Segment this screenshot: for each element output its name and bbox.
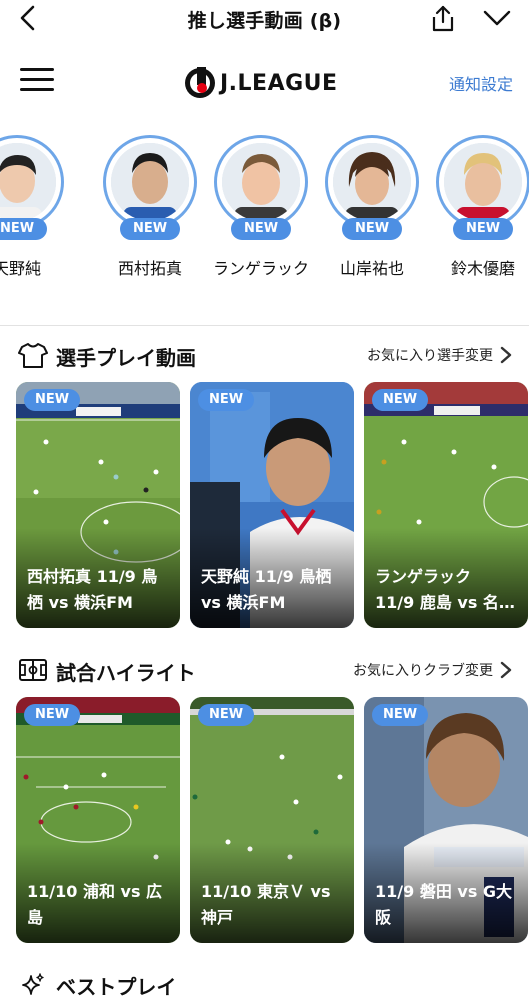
jleague-mark-icon bbox=[185, 67, 215, 98]
top-nav-bar: 推し選手動画 (β) bbox=[0, 0, 529, 38]
best-play-section-header: ベストプレイ bbox=[0, 968, 529, 1000]
avatar bbox=[444, 143, 522, 221]
logo-wordmark: J.LEAGUE bbox=[220, 70, 338, 96]
new-badge: NEW bbox=[24, 704, 80, 726]
video-caption: 11/10 東京Ｖ vs 神戸 bbox=[201, 882, 331, 927]
player-name: ランゲラック bbox=[212, 259, 309, 278]
chevron-right-icon[interactable] bbox=[499, 660, 513, 680]
avatar bbox=[222, 143, 300, 221]
new-badge: NEW bbox=[120, 218, 180, 240]
video-card[interactable]: NEW 西村拓真 11/9 鳥 栖 vs 横浜FM bbox=[16, 382, 180, 628]
section-title: ベストプレイ bbox=[56, 975, 177, 999]
app-header: J.LEAGUE 通知設定 bbox=[0, 52, 529, 108]
avatar-ring bbox=[214, 135, 308, 229]
new-badge: NEW bbox=[198, 704, 254, 726]
avatar bbox=[0, 143, 56, 221]
avatar bbox=[111, 143, 189, 221]
section-title: 試合ハイライト bbox=[56, 661, 196, 685]
match-highlights-section-header: 試合ハイライト お気に入りクラブ変更 bbox=[0, 654, 529, 688]
section-divider bbox=[0, 325, 529, 326]
video-caption: 11/10 浦和 vs 広 島 bbox=[27, 882, 163, 927]
video-card[interactable]: NEW 11/9 磐田 vs G大 阪 bbox=[364, 697, 528, 943]
video-caption: 11/9 磐田 vs G大 阪 bbox=[375, 882, 513, 927]
player-name: 天野純 bbox=[0, 259, 41, 278]
change-favorite-clubs-link[interactable]: お気に入りクラブ変更 bbox=[353, 660, 493, 680]
new-badge: NEW bbox=[342, 218, 402, 240]
video-card[interactable]: NEW 天野純 11/9 鳥栖 vs 横浜FM bbox=[190, 382, 354, 628]
share-icon[interactable] bbox=[429, 4, 457, 32]
hamburger-menu-icon[interactable] bbox=[20, 68, 56, 94]
new-badge: NEW bbox=[0, 218, 47, 240]
pitch-icon bbox=[19, 659, 47, 681]
avatar-ring bbox=[325, 135, 419, 229]
favorite-players-carousel[interactable]: NEW 天野純 NEW 西村拓真 NEW ランゲラック NEW 山岸祐也 NEW… bbox=[0, 132, 529, 307]
player-videos-section-header: 選手プレイ動画 お気に入り選手変更 bbox=[0, 339, 529, 373]
video-caption: 西村拓真 11/9 鳥 栖 vs 横浜FM bbox=[27, 567, 158, 612]
new-badge: NEW bbox=[198, 389, 254, 411]
player-videos-carousel[interactable]: NEW 西村拓真 11/9 鳥 栖 vs 横浜FM NEW 天野純 11/9 鳥… bbox=[0, 382, 529, 628]
section-title: 選手プレイ動画 bbox=[56, 346, 196, 370]
change-favorite-players-link[interactable]: お気に入り選手変更 bbox=[367, 345, 493, 365]
video-caption: 天野純 11/9 鳥栖 vs 横浜FM bbox=[201, 567, 332, 612]
player-name: 西村拓真 bbox=[117, 259, 182, 278]
new-badge: NEW bbox=[453, 218, 513, 240]
avatar bbox=[333, 143, 411, 221]
new-badge: NEW bbox=[372, 704, 428, 726]
video-caption: ランゲラック 11/9 鹿島 vs 名… bbox=[375, 567, 515, 612]
video-card[interactable]: NEW ランゲラック 11/9 鹿島 vs 名… bbox=[364, 382, 528, 628]
new-badge: NEW bbox=[231, 218, 291, 240]
chevron-right-icon[interactable] bbox=[499, 345, 513, 365]
chevron-down-icon[interactable] bbox=[482, 6, 512, 30]
avatar-ring bbox=[103, 135, 197, 229]
sparkle-icon bbox=[22, 973, 44, 995]
player-name: 山岸祐也 bbox=[339, 259, 404, 278]
avatar-ring bbox=[0, 135, 64, 229]
new-badge: NEW bbox=[24, 389, 80, 411]
match-highlights-carousel[interactable]: NEW 11/10 浦和 vs 広 島 NEW 11/10 東京Ｖ vs 神戸 … bbox=[0, 697, 529, 943]
jleague-logo: J.LEAGUE bbox=[182, 64, 338, 100]
avatar-ring bbox=[436, 135, 529, 229]
video-card[interactable]: NEW 11/10 東京Ｖ vs 神戸 bbox=[190, 697, 354, 943]
jersey-icon bbox=[18, 343, 48, 368]
player-name: 鈴木優磨 bbox=[450, 259, 515, 278]
new-badge: NEW bbox=[372, 389, 428, 411]
video-card[interactable]: NEW 11/10 浦和 vs 広 島 bbox=[16, 697, 180, 943]
notification-settings-link[interactable]: 通知設定 bbox=[449, 71, 513, 95]
